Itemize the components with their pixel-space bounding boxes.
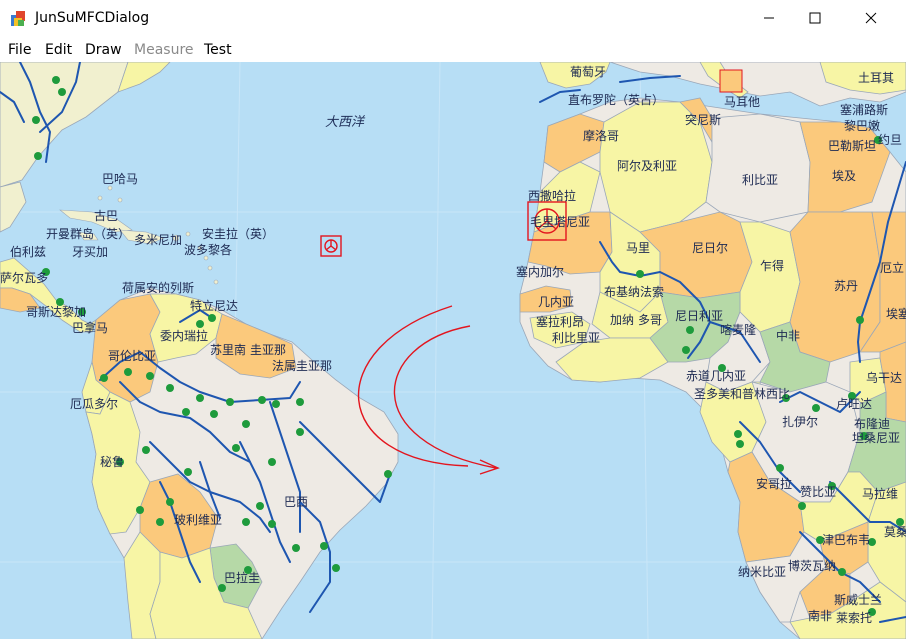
label-stp: 圣多美和普林西比 [694,387,790,401]
label-jamaica: 牙买加 [72,245,108,259]
window-title: JunSuMFCDialog [35,10,150,26]
label-eritrea: 厄立 [880,260,904,275]
label-burkina: 布基纳法索 [604,285,664,299]
label-french-guiana: 法属圭亚那 [272,359,332,373]
label-zambia: 赞比亚 [800,485,836,499]
label-senegal: 塞内加尔 [516,264,564,279]
label-mozambique: 莫桑 [884,525,906,539]
title-bar: JunSuMFCDialog [0,0,906,38]
label-netherlands-antilles: 荷属安的列斯 [122,280,194,295]
label-mali: 马里 [626,241,650,255]
app-icon [11,11,25,26]
label-liberia: 利比里亚 [552,331,600,345]
label-mauritania: 毛里塔尼亚 [530,215,590,229]
label-sierra: 塞拉利昂 [536,314,584,329]
minimize-button[interactable] [746,0,792,36]
label-egypt: 埃及 [832,169,856,183]
label-angola: 安哥拉 [756,476,792,491]
label-israel: 巴勒斯坦 [828,139,876,153]
maximize-icon [809,12,821,24]
label-panama: 巴拿马 [72,320,108,335]
menu-measure[interactable]: Measure [134,42,194,58]
label-morocco: 摩洛哥 [583,128,619,143]
label-car: 中非 [776,328,800,343]
label-uganda: 乌干达 [866,370,902,385]
label-niger: 尼日尔 [692,240,728,255]
label-salvador: 萨尔瓦多 [0,270,48,285]
label-swaziland: 斯威士兰 [834,593,882,607]
label-lesotho: 莱索托 [836,611,872,625]
label-lebanon: 黎巴嫩 [844,119,880,133]
label-w-sahara: 西撒哈拉 [528,188,576,203]
label-paraguay: 巴拉圭 [224,570,260,585]
italy-highlight-box [719,69,743,93]
close-icon [865,12,877,24]
label-cayman: 开曼群岛（英） [46,226,130,241]
label-botswana: 博茨瓦纳 [788,558,836,573]
label-bolivia: 玻利维亚 [174,513,222,527]
label-anguilla: 安圭拉（英） [202,226,274,241]
menu-bar: File Edit Draw Measure Test [0,38,906,62]
label-jordan: 约旦 [878,132,902,147]
label-togo: 多哥 [638,313,662,327]
label-namibia: 纳米比亚 [738,565,786,579]
label-rwanda: 卢旺达 [836,396,872,411]
label-venezuela: 委内瑞拉 [160,328,208,343]
ocean-label: 大西洋 [325,115,366,130]
close-button[interactable] [848,0,894,36]
label-nigeria: 尼日利亚 [675,309,723,323]
label-belize: 伯利兹 [10,244,46,259]
label-cameroon: 喀麦隆 [720,322,756,337]
minimize-icon [764,17,774,19]
label-guadeloupe: 波多黎各 [184,242,232,257]
map-canvas[interactable]: 大西洋 葡萄牙 直布罗陀（英占） 摩洛哥 突尼斯 马耳他 阿尔及利亚 利比亚 埃… [0,62,906,639]
label-costa-rica: 哥斯达黎加 [26,305,86,319]
label-guiana: 圭亚那 [250,343,286,357]
label-cuba: 古巴 [94,208,118,223]
label-trinidad: 特立尼达 [190,298,238,313]
label-ghana: 加纳 [610,313,634,327]
map-view[interactable]: 大西洋 葡萄牙 直布罗陀（英占） 摩洛哥 突尼斯 马耳他 阿尔及利亚 利比亚 埃… [0,62,906,639]
label-cyprus: 塞浦路斯 [840,102,888,117]
menu-test[interactable]: Test [204,42,232,58]
label-sudan: 苏丹 [834,279,858,293]
label-algeria: 阿尔及利亚 [617,158,677,173]
label-ethiopia: 埃塞 [886,306,906,321]
label-portugal: 葡萄牙 [570,65,606,79]
label-eq-guinea: 赤道几内亚 [686,369,746,383]
maximize-button[interactable] [792,0,838,36]
menu-file[interactable]: File [8,42,31,58]
label-bahamas: 巴哈马 [102,172,138,186]
label-turkey: 土耳其 [858,71,894,85]
label-guinea: 几内亚 [538,295,574,309]
label-malta: 马耳他 [724,95,760,109]
label-south-africa: 南非 [808,608,832,623]
label-tanzania: 坦桑尼亚 [852,431,900,445]
menu-edit[interactable]: Edit [45,42,72,58]
label-drc: 扎伊尔 [782,414,818,429]
label-malawi: 马拉维 [862,486,898,501]
label-dominican: 多米尼加 [134,233,182,247]
label-burundi: 布隆迪 [854,416,890,431]
libya-area [705,113,811,223]
label-colombia: 哥伦比亚 [108,348,156,363]
menu-draw[interactable]: Draw [85,42,122,58]
label-ecuador: 厄瓜多尔 [70,396,118,411]
label-chad: 乍得 [760,258,784,273]
label-libya: 利比亚 [742,173,778,187]
label-brazil: 巴西 [284,495,308,509]
label-zimbabwe: 津巴布韦 [822,533,870,547]
label-tunisia: 突尼斯 [685,112,721,127]
label-peru: 秘鲁 [100,455,124,469]
label-suriname: 苏里南 [210,342,246,357]
label-gibraltar: 直布罗陀（英占） [568,92,664,107]
